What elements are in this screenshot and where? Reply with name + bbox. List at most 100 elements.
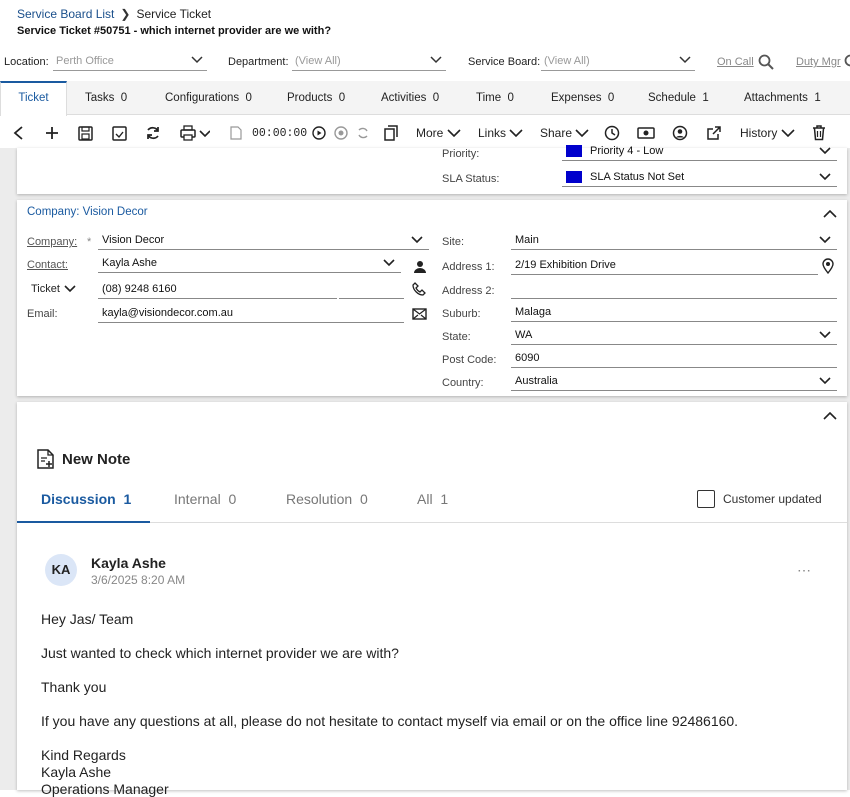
department-value: (View All): [295, 55, 341, 67]
email-field[interactable]: kayla@visiondecor.com.au: [98, 306, 404, 323]
note-line: Hey Jas/ Team: [41, 611, 133, 627]
tab-tasks[interactable]: Tasks 0: [85, 81, 127, 115]
location-label: Location:: [4, 56, 49, 68]
collapse-chevron-up-icon[interactable]: [823, 412, 837, 420]
mail-icon[interactable]: [412, 308, 427, 320]
avatar: KA: [45, 554, 77, 586]
company-panel: Company: Vision Decor Company: * Vision …: [17, 200, 847, 396]
phone-icon[interactable]: [412, 282, 426, 296]
contact-label[interactable]: Contact:: [27, 259, 68, 271]
chevron-down-icon: [819, 173, 831, 181]
site-label: Site:: [442, 236, 464, 248]
suburb-field[interactable]: Malaga: [511, 305, 837, 322]
search-icon[interactable]: [844, 54, 850, 70]
save-close-icon[interactable]: [112, 118, 127, 148]
print-icon[interactable]: [180, 118, 210, 148]
add-note-icon: [37, 449, 54, 469]
phone-field[interactable]: (08) 9248 6160: [98, 282, 337, 299]
postcode-field[interactable]: 6090: [511, 351, 837, 368]
save-icon[interactable]: [78, 118, 93, 148]
tab-schedule[interactable]: Schedule 1: [648, 81, 709, 115]
map-pin-icon[interactable]: [822, 258, 834, 274]
priority-select[interactable]: Priority 4 - Low: [562, 144, 837, 161]
department-select[interactable]: (View All): [292, 53, 446, 71]
department-label: Department:: [228, 56, 289, 68]
service-board-label: Service Board:: [468, 56, 540, 68]
reset-icon[interactable]: [356, 118, 370, 148]
stop-icon[interactable]: [334, 118, 348, 148]
sla-color-swatch: [566, 171, 582, 183]
phone-ext-field[interactable]: [339, 282, 404, 299]
tab-ticket[interactable]: Ticket: [0, 81, 67, 116]
service-board-select[interactable]: (View All): [541, 53, 695, 71]
breadcrumb-current: Service Ticket: [136, 7, 211, 21]
company-label[interactable]: Company:: [27, 236, 77, 248]
chevron-down-icon: [191, 56, 203, 64]
chevron-down-icon: [819, 331, 831, 339]
search-icon[interactable]: [758, 54, 774, 70]
sla-status-select[interactable]: SLA Status Not Set: [562, 170, 837, 187]
note-tabs: Discussion 1 Internal 0 Resolution 0 All…: [17, 480, 847, 523]
address2-field[interactable]: [511, 282, 837, 299]
play-icon[interactable]: [312, 118, 326, 148]
note-line: Just wanted to check which internet prov…: [41, 645, 399, 661]
tab-resolution[interactable]: Resolution 0: [286, 480, 368, 518]
tab-discussion[interactable]: Discussion 1: [17, 480, 150, 523]
person-icon[interactable]: [414, 260, 426, 273]
add-icon[interactable]: [45, 118, 59, 148]
chevron-down-icon: [679, 56, 691, 64]
breadcrumb-service-board-list[interactable]: Service Board List: [17, 7, 114, 21]
chevron-down-icon: [430, 56, 442, 64]
timer-doc-icon: [230, 118, 242, 148]
ticket-tabs: Ticket Tasks 0 Configurations 0 Products…: [0, 81, 850, 115]
duty-mgr-link[interactable]: Duty Mgr: [796, 56, 841, 68]
contact-field[interactable]: Kayla Ashe: [98, 256, 401, 273]
tab-configurations[interactable]: Configurations 0: [165, 81, 252, 115]
suburb-label: Suburb:: [442, 308, 481, 320]
note-line: Kind Regards: [41, 747, 126, 763]
country-select[interactable]: Australia: [511, 374, 837, 391]
ticket-details-panel: Priority: Priority 4 - Low SLA Status: S…: [17, 148, 847, 194]
back-icon[interactable]: [12, 118, 26, 148]
company-field[interactable]: Vision Decor: [98, 233, 429, 250]
tab-activities[interactable]: Activities 0: [381, 81, 439, 115]
checkbox-box[interactable]: [697, 490, 715, 508]
chevron-right-icon: ❯: [120, 7, 130, 21]
state-select[interactable]: WA: [511, 328, 837, 345]
location-select[interactable]: Perth Office: [53, 53, 207, 71]
address2-label: Address 2:: [442, 285, 495, 297]
refresh-icon[interactable]: [145, 118, 161, 148]
copy-icon[interactable]: [384, 118, 398, 148]
chevron-down-icon: [819, 377, 831, 385]
note-line: If you have any questions at all, please…: [41, 713, 738, 729]
state-label: State:: [442, 331, 471, 343]
notes-panel: New Note Discussion 1 Internal 0 Resolut…: [17, 402, 847, 790]
priority-label: Priority:: [442, 148, 479, 160]
service-board-value: (View All): [544, 55, 590, 67]
email-label: Email:: [27, 308, 58, 320]
address1-label: Address 1:: [442, 261, 495, 273]
collapse-chevron-up-icon[interactable]: [823, 210, 837, 218]
site-select[interactable]: Main: [511, 233, 837, 250]
tab-all[interactable]: All 1: [417, 480, 448, 518]
note-line: Thank you: [41, 679, 106, 695]
phone-type-select[interactable]: Ticket: [31, 283, 76, 295]
note-author: Kayla Ashe: [91, 555, 166, 571]
required-asterisk: *: [87, 236, 91, 248]
new-note-button[interactable]: New Note: [37, 449, 130, 469]
on-call-link[interactable]: On Call: [717, 56, 754, 68]
customer-updated-checkbox[interactable]: Customer updated: [697, 490, 822, 508]
chevron-down-icon: [819, 147, 831, 155]
tab-expenses[interactable]: Expenses 0: [551, 81, 614, 115]
page-title: Service Ticket #50751 - which internet p…: [17, 25, 331, 37]
tab-internal[interactable]: Internal 0: [174, 480, 236, 518]
more-menu[interactable]: More: [416, 118, 461, 148]
links-menu[interactable]: Links: [478, 118, 523, 148]
address1-field[interactable]: 2/19 Exhibition Drive: [511, 258, 818, 275]
tab-time[interactable]: Time 0: [476, 81, 514, 115]
sla-status-label: SLA Status:: [442, 173, 499, 185]
company-section-header: Company: Vision Decor: [27, 206, 148, 218]
tab-products[interactable]: Products 0: [287, 81, 345, 115]
note-options-icon[interactable]: ⋯: [797, 562, 812, 579]
tab-attachments[interactable]: Attachments 1: [744, 81, 821, 115]
